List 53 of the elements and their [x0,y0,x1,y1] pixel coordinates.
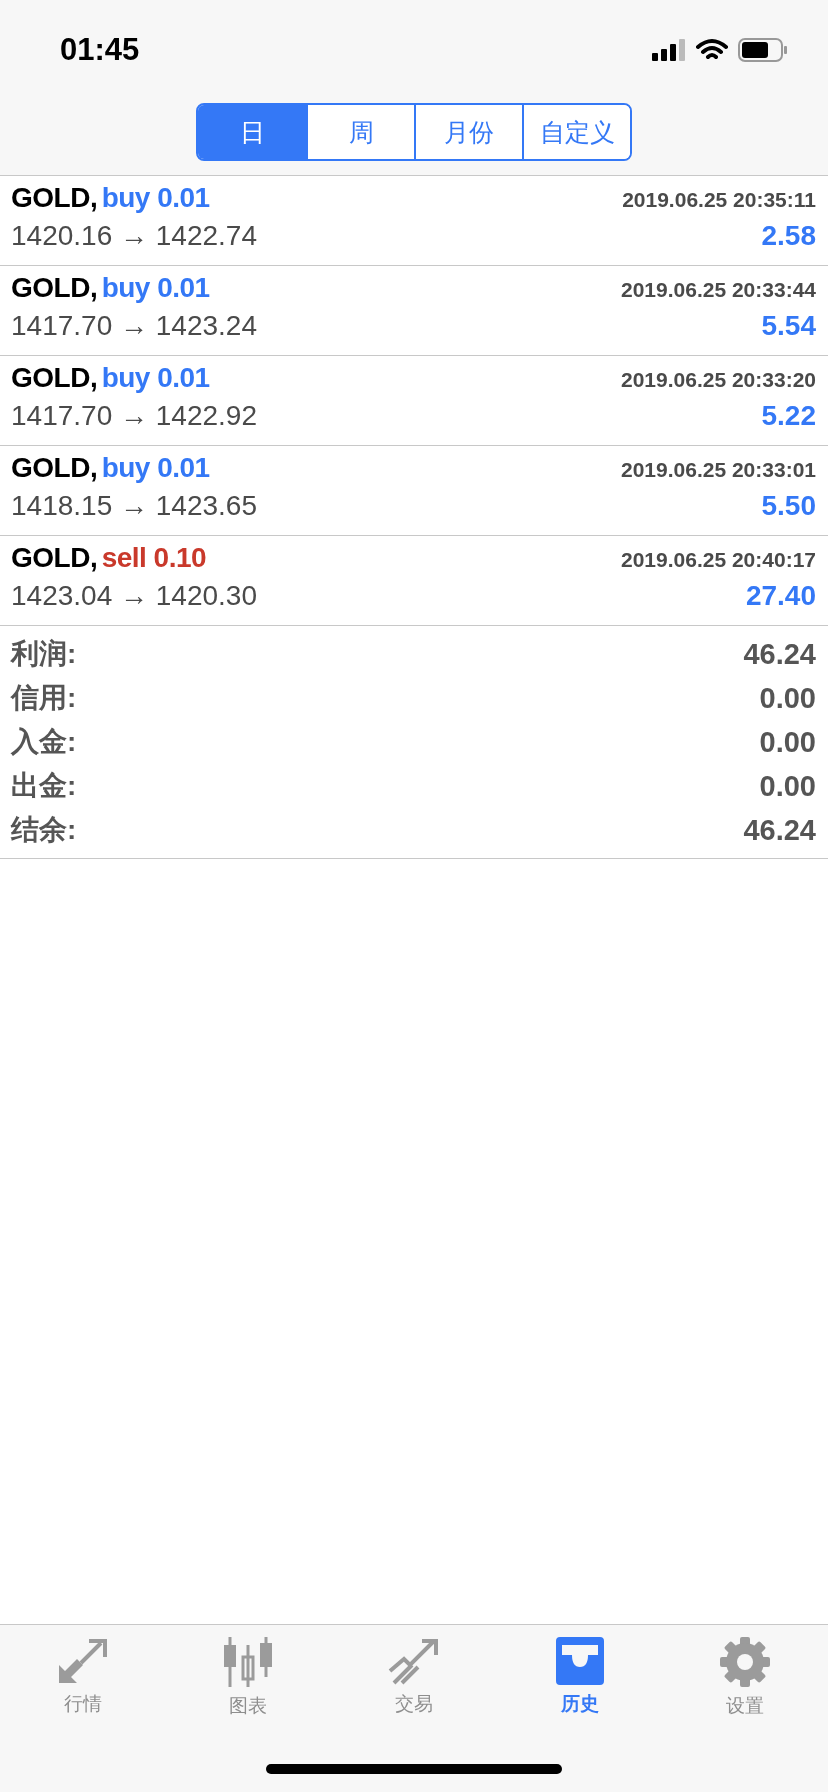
trade-order: buy 0.01 [101,452,210,483]
summary-value: 46.24 [743,637,816,671]
summary-label: 出金: [11,769,77,803]
trade-profit: 2.58 [761,220,816,252]
inbox-icon [553,1637,606,1685]
candlestick-icon [222,1637,275,1687]
tab-bar-item[interactable]: 行情 [0,1637,166,1717]
signal-icon [652,39,686,61]
trade-profit: 5.50 [761,490,816,522]
trade-prices: 1423.04 → 1420.30 [11,580,257,612]
trade-time: 2019.06.25 20:33:01 [621,458,816,482]
summary-value: 46.24 [743,813,816,847]
trade-symbol: GOLD, [11,452,98,483]
summary-value: 0.00 [759,769,816,803]
tab-bar-item[interactable]: 设置 [662,1637,828,1719]
trade-prices: 1417.70 → 1422.92 [11,400,257,432]
arrows-icon [56,1637,109,1685]
period-tab[interactable]: 周 [306,105,414,159]
trade-profit: 5.54 [761,310,816,342]
trade-symbol: GOLD, [11,542,98,573]
tab-bar-item[interactable]: 交易 [331,1637,497,1717]
summary-label: 入金: [11,725,77,759]
period-tab[interactable]: 月份 [414,105,522,159]
trade-symbol: GOLD, [11,182,98,213]
trade-order: buy 0.01 [101,272,210,303]
trade-time: 2019.06.25 20:33:20 [621,368,816,392]
trade-order: buy 0.01 [101,362,210,393]
trade-time: 2019.06.25 20:33:44 [621,278,816,302]
trade-prices: 1418.15 → 1423.65 [11,490,257,522]
trade-time: 2019.06.25 20:40:17 [621,548,816,572]
trade-profit: 5.22 [761,400,816,432]
summary-value: 0.00 [759,681,816,715]
trade-prices: 1417.70 → 1423.24 [11,310,257,342]
trade-symbol: GOLD, [11,272,98,303]
wifi-icon [696,38,728,62]
summary-label: 结余: [11,813,77,847]
trade-time: 2019.06.25 20:35:11 [622,188,816,212]
summary-label: 利润: [11,637,77,671]
summary-value: 0.00 [759,725,816,759]
period-tab[interactable]: 日 [198,105,306,159]
period-tab[interactable]: 自定义 [522,105,630,159]
trade-order: sell 0.10 [101,542,207,573]
trade-symbol: GOLD, [11,362,98,393]
trade-prices: 1420.16 → 1422.74 [11,220,257,252]
tab-bar-item[interactable]: 图表 [165,1637,332,1719]
tab-bar-item[interactable]: 历史 [496,1637,663,1717]
summary-label: 信用: [11,681,77,715]
trend-arrow-icon [388,1637,440,1685]
settings-icon [720,1637,771,1687]
trade-order: buy 0.01 [101,182,210,213]
battery-icon [738,38,788,62]
status-time: 01:45 [60,32,140,68]
trade-profit: 27.40 [745,580,816,612]
